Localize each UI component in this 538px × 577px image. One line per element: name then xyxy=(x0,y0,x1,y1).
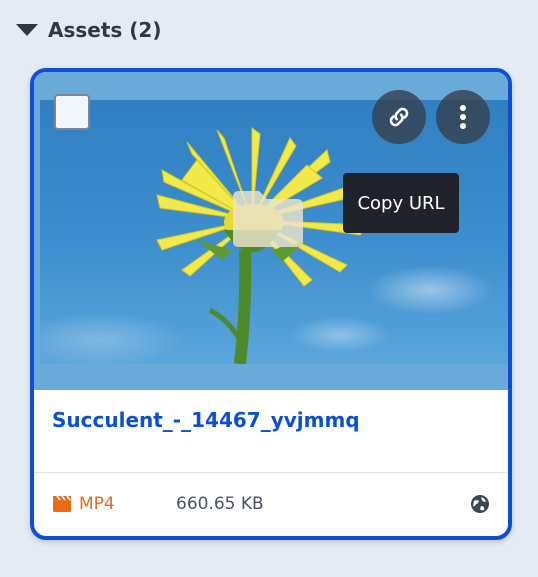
asset-size: 660.65 KB xyxy=(176,494,264,514)
film-clapper-icon xyxy=(53,495,71,512)
asset-thumbnail: Copy URL xyxy=(34,72,508,390)
more-actions-button[interactable] xyxy=(436,90,490,144)
asset-type-label: MP4 xyxy=(79,494,115,514)
vertical-ellipsis-icon xyxy=(460,105,466,129)
link-icon xyxy=(389,107,409,127)
copy-url-button[interactable] xyxy=(372,90,426,144)
asset-card[interactable]: Copy URL Succulent_-_14467_yvjmmq MP4 66… xyxy=(30,68,512,540)
section-title: Assets (2) xyxy=(48,18,162,42)
globe-icon xyxy=(471,495,489,513)
select-checkbox[interactable] xyxy=(54,94,90,130)
triangle-down-icon xyxy=(16,24,38,36)
asset-type: MP4 xyxy=(52,494,115,514)
asset-name-link[interactable]: Succulent_-_14467_yvjmmq xyxy=(52,408,360,432)
folder-icon xyxy=(233,191,303,247)
assets-section-toggle[interactable]: Assets (2) xyxy=(16,18,161,42)
card-divider xyxy=(34,472,508,473)
asset-meta: MP4 660.65 KB xyxy=(34,490,508,526)
copy-url-tooltip: Copy URL xyxy=(343,173,459,233)
